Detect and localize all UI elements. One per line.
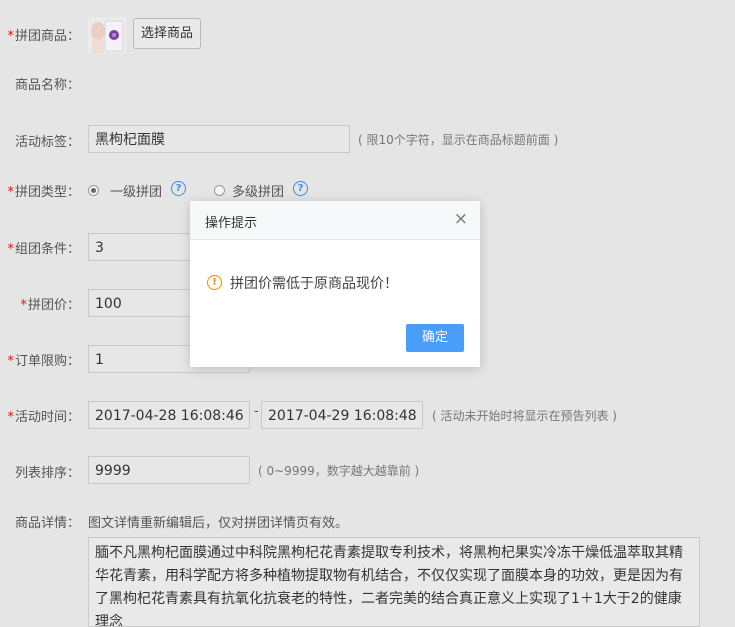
group-type-option-multi[interactable]: 多级拼团: [232, 181, 284, 200]
activity-tag-input[interactable]: 黑枸杞面膜: [88, 125, 350, 153]
group-price-label: *拼团价：: [20, 298, 80, 313]
product-name-label: 商品名称：: [14, 78, 80, 93]
close-icon[interactable]: ×: [454, 210, 468, 228]
activity-start-input[interactable]: 2017-04-28 16:08:46: [88, 401, 250, 429]
detail-label: 商品详情：: [14, 516, 80, 531]
alert-dialog: 操作提示 × ! 拼团价需低于原商品现价！ 确定: [190, 201, 480, 367]
list-order-label: 列表排序：: [14, 466, 80, 481]
confirm-button[interactable]: 确定: [406, 324, 464, 352]
group-buy-form: *拼团商品： 选择商品 商品名称： 活动标签： 黑枸杞面膜 ( 限10个字符，显…: [0, 0, 735, 627]
help-icon[interactable]: ?: [293, 181, 308, 196]
list-order-input[interactable]: 9999: [88, 456, 250, 484]
group-type-label: *拼团类型：: [7, 185, 80, 200]
order-limit-label: *订单限购：: [7, 354, 80, 369]
dialog-header: 操作提示 ×: [190, 201, 480, 240]
group-type-option-single[interactable]: 一级拼团: [110, 181, 162, 200]
activity-time-label: *活动时间：: [7, 410, 80, 425]
warning-icon: !: [207, 275, 222, 290]
activity-tag-label: 活动标签：: [14, 135, 80, 150]
group-type-radio-single[interactable]: [88, 185, 99, 196]
activity-end-input[interactable]: 2017-04-29 16:08:48: [261, 401, 423, 429]
dialog-message: 拼团价需低于原商品现价！: [230, 276, 398, 292]
activity-tag-hint: ( 限10个字符，显示在商品标题前面 ): [358, 133, 559, 147]
detail-note: 图文详情重新编辑后，仅对拼团详情页有效。: [88, 516, 349, 531]
activity-time-hint: ( 活动未开始时将显示在预告列表 ): [432, 409, 617, 423]
help-icon[interactable]: ?: [171, 181, 186, 196]
group-type-radio-multi[interactable]: [214, 185, 225, 196]
dialog-title: 操作提示: [205, 216, 258, 231]
product-thumbnail[interactable]: [88, 17, 126, 53]
group-condition-label: *组团条件：: [7, 242, 80, 257]
time-separator: -: [254, 404, 259, 419]
select-product-button[interactable]: 选择商品: [133, 18, 201, 49]
product-label: *拼团商品：: [7, 29, 80, 44]
list-order-hint: ( 0~9999，数字越大越靠前 ): [258, 464, 420, 478]
